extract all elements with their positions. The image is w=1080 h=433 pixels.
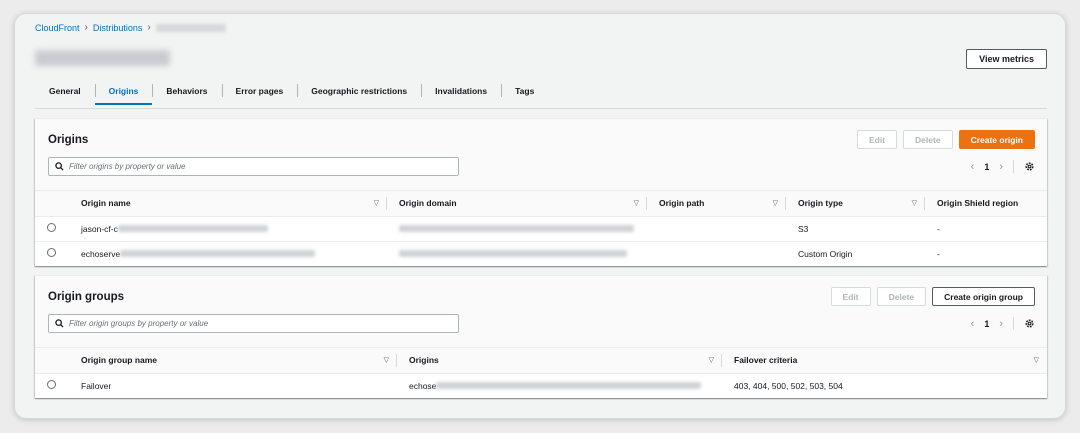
view-metrics-button[interactable]: View metrics xyxy=(966,49,1047,69)
previous-page-icon[interactable]: ‹ xyxy=(971,161,975,173)
origin-domain-redacted xyxy=(399,224,634,232)
column-origin-type[interactable]: Origin type ▽ xyxy=(786,191,925,217)
tab-invalidations[interactable]: Invalidations xyxy=(421,83,501,104)
chevron-right-icon: › xyxy=(147,22,151,33)
origin-group-name: Failover xyxy=(81,380,112,391)
column-origin-path[interactable]: Origin path ▽ xyxy=(647,191,786,217)
gear-icon[interactable] xyxy=(1024,318,1035,329)
row-select-radio[interactable] xyxy=(47,223,56,232)
sort-icon: ▽ xyxy=(633,200,639,207)
tab-general[interactable]: General xyxy=(35,83,95,104)
origins-table: Origin name ▽ Origin domain ▽ Origin path ▽… xyxy=(35,191,1047,266)
origins-panel: Origins Edit Delete Create origin ‹ 1 › xyxy=(35,118,1047,266)
breadcrumb-cloudfront[interactable]: CloudFront xyxy=(35,23,80,33)
sort-icon: ▽ xyxy=(772,200,778,207)
edit-origin-group-button[interactable]: Edit xyxy=(830,287,871,306)
delete-origin-group-button[interactable]: Delete xyxy=(876,287,927,306)
origin-path xyxy=(647,216,786,242)
divider xyxy=(1013,160,1014,173)
table-row[interactable]: Failover echose 403, 404, 500, 502, 503,… xyxy=(35,373,1047,398)
origins-title: Origins xyxy=(48,134,89,146)
table-row[interactable]: echoserve Custom Origin - xyxy=(35,241,1047,266)
tab-tags[interactable]: Tags xyxy=(501,83,548,104)
tab-behaviors[interactable]: Behaviors xyxy=(152,83,221,104)
create-origin-group-button[interactable]: Create origin group xyxy=(932,287,1035,306)
divider xyxy=(1013,317,1014,330)
origin-group-origins-redacted xyxy=(436,382,702,390)
tab-bar: General Origins Behaviors Error pages Ge… xyxy=(35,83,1047,109)
origin-type: Custom Origin xyxy=(798,248,853,259)
search-icon xyxy=(55,319,64,328)
origin-groups-title: Origin groups xyxy=(48,291,125,303)
sort-icon: ▽ xyxy=(373,200,379,207)
origin-groups-filter[interactable] xyxy=(48,314,459,333)
tab-error-pages[interactable]: Error pages xyxy=(221,83,298,104)
page-number[interactable]: 1 xyxy=(984,162,989,172)
origins-pagination: ‹ 1 › xyxy=(971,160,1035,173)
tab-geographic-restrictions[interactable]: Geographic restrictions xyxy=(297,83,421,104)
column-origin-domain[interactable]: Origin domain ▽ xyxy=(387,191,647,217)
breadcrumb: CloudFront › Distributions › xyxy=(35,22,226,33)
origin-groups-filter-input[interactable] xyxy=(69,319,449,328)
origins-filter-input[interactable] xyxy=(69,162,449,171)
breadcrumb-distribution-id-redacted xyxy=(155,23,226,32)
origin-groups-pagination: ‹ 1 › xyxy=(971,317,1035,330)
origin-groups-table: Origin group name ▽ Origins ▽ Failover cri… xyxy=(35,348,1047,398)
next-page-icon[interactable]: › xyxy=(999,318,1003,330)
origin-name-redacted xyxy=(117,225,268,232)
next-page-icon[interactable]: › xyxy=(999,161,1003,173)
row-select-radio[interactable] xyxy=(47,248,56,258)
origins-filter[interactable] xyxy=(48,157,459,176)
sort-icon: ▽ xyxy=(383,357,389,364)
delete-origin-button[interactable]: Delete xyxy=(903,130,953,149)
column-origin-group-name[interactable]: Origin group name ▽ xyxy=(69,348,397,374)
origin-group-origins: echose xyxy=(409,380,437,391)
origin-name: jason-cf-c xyxy=(81,223,118,234)
page-number[interactable]: 1 xyxy=(984,319,989,329)
origin-shield-region: - xyxy=(925,216,1047,242)
search-icon xyxy=(55,162,64,171)
origin-shield-region: - xyxy=(937,248,940,259)
origin-name: echoserve xyxy=(81,248,121,259)
column-origin-name[interactable]: Origin name ▽ xyxy=(69,191,387,217)
chevron-right-icon: › xyxy=(84,22,88,33)
origin-name-redacted xyxy=(120,250,316,258)
breadcrumb-distributions[interactable]: Distributions xyxy=(93,23,143,33)
origin-path xyxy=(647,241,786,266)
previous-page-icon[interactable]: ‹ xyxy=(971,318,975,330)
column-origin-shield-region[interactable]: Origin Shield region xyxy=(925,191,1047,217)
sort-icon: ▽ xyxy=(708,357,714,364)
failover-criteria: 403, 404, 500, 502, 503, 504 xyxy=(734,380,843,391)
column-origins[interactable]: Origins ▽ xyxy=(397,348,722,374)
table-row[interactable]: jason-cf-c S3 - xyxy=(35,216,1047,242)
edit-origin-button[interactable]: Edit xyxy=(856,130,898,149)
gear-icon[interactable] xyxy=(1024,161,1035,172)
tab-origins[interactable]: Origins xyxy=(94,83,153,105)
column-failover-criteria[interactable]: Failover criteria ▽ xyxy=(722,348,1047,374)
sort-icon: ▽ xyxy=(911,200,917,207)
origin-domain-redacted xyxy=(399,249,627,257)
sort-icon: ▽ xyxy=(1033,357,1039,364)
console-window: CloudFront › Distributions › View metric… xyxy=(14,13,1066,419)
origin-type: S3 xyxy=(786,216,925,242)
create-origin-button[interactable]: Create origin xyxy=(958,130,1035,149)
row-select-radio[interactable] xyxy=(47,380,56,390)
origin-groups-panel: Origin groups Edit Delete Create origin … xyxy=(35,275,1047,398)
page-title-redacted xyxy=(35,50,170,66)
